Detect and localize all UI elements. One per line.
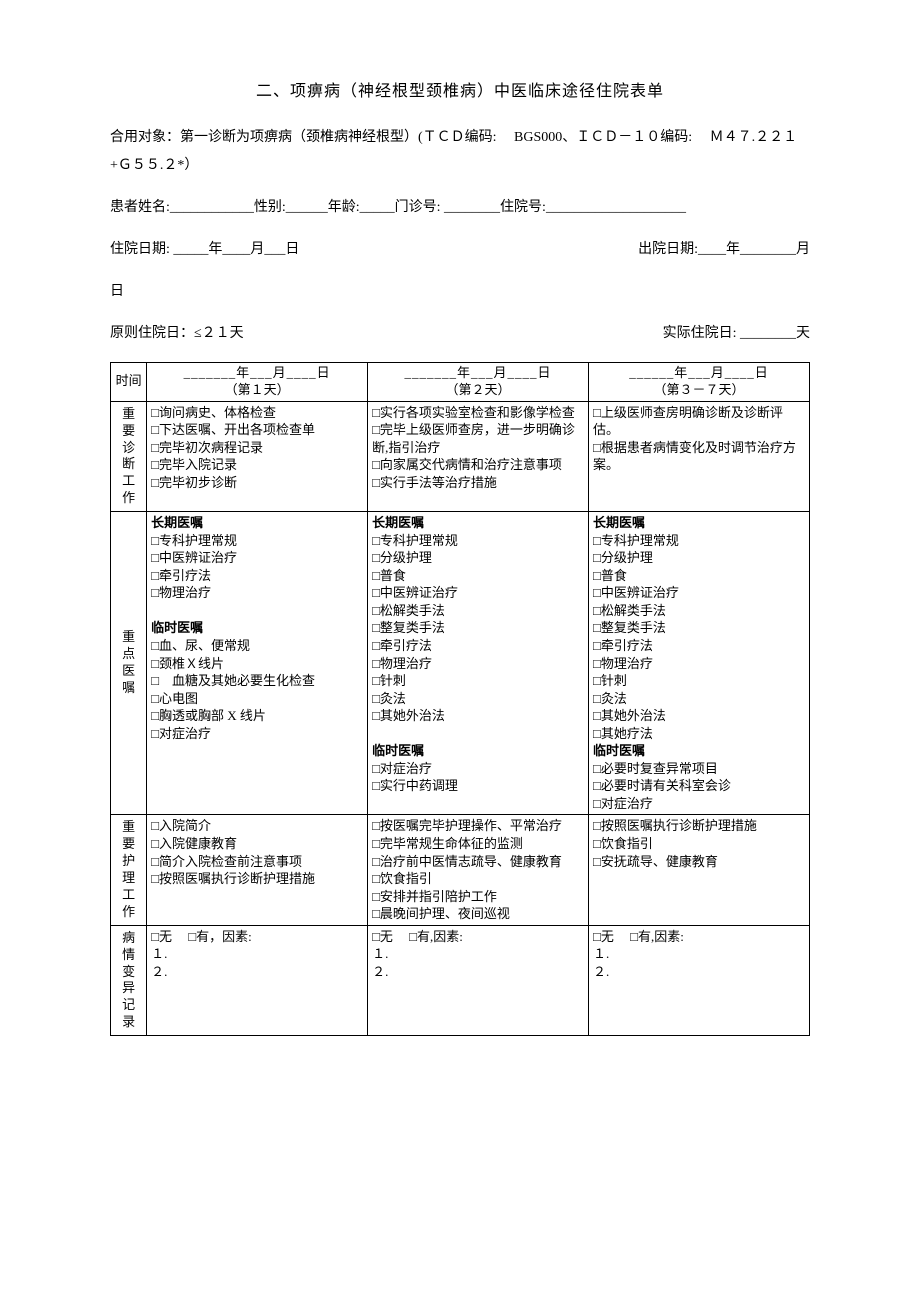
row-label-variance: 病情变异记录: [111, 925, 147, 1035]
header-day1: _______年___月____日 （第１天）: [147, 363, 368, 402]
admission-date: 住院日期: _____年____月___日: [110, 236, 299, 264]
page-title: 二、项痹病（神经根型颈椎病）中医临床途径住院表单: [110, 80, 810, 104]
header-day1-sub: （第１天）: [151, 382, 363, 399]
cell-var-day3: □无 □有,因素:１.２.: [589, 925, 810, 1035]
header-day3-date: ______年___月____日: [593, 365, 805, 382]
cell-orders-day1: 长期医嘱□专科护理常规□中医辨证治疗□牵引疗法□物理治疗 临时医嘱□血、尿、便常…: [147, 512, 368, 815]
form-header: 合用对象：第一诊断为项痹病（颈椎病神经根型）(ＴＣＤ编码: BGS000、ＩＣＤ…: [110, 124, 810, 348]
header-day2-sub: （第２天）: [372, 382, 584, 399]
cell-diag-day1: □询问病史、体格检查□下达医嘱、开出各项检查单□完毕初次病程记录□完毕入院记录□…: [147, 401, 368, 511]
cell-nurse-day2: □按医嘱完毕护理操作、平常治疗□完毕常规生命体征的监测□治疗前中医情志疏导、健康…: [368, 815, 589, 925]
row-variance: 病情变异记录 □无 □有，因素:１.２. □无 □有,因素:１.２. □无 □有…: [111, 925, 810, 1035]
cell-diag-day3: □上级医师查房明确诊断及诊断评估。□根据患者病情变化及时调节治疗方案。: [589, 401, 810, 511]
cell-orders-day2: 长期医嘱□专科护理常规□分级护理□普食□中医辨证治疗□松解类手法□整复类手法□牵…: [368, 512, 589, 815]
table-header-row: 时间 _______年___月____日 （第１天） _______年___月_…: [111, 363, 810, 402]
header-day2: _______年___月____日 （第２天）: [368, 363, 589, 402]
cell-nurse-day3: □按照医嘱执行诊断护理措施□饮食指引□安抚疏导、健康教育: [589, 815, 810, 925]
header-day3: ______年___月____日 （第３－７天）: [589, 363, 810, 402]
discharge-date: 出院日期:____年________月: [638, 236, 810, 264]
header-day2-date: _______年___月____日: [372, 365, 584, 382]
row-orders: 重点医嘱 长期医嘱□专科护理常规□中医辨证治疗□牵引疗法□物理治疗 临时医嘱□血…: [111, 512, 810, 815]
cell-nurse-day1: □入院简介□入院健康教育□简介入院检查前注意事项□按照医嘱执行诊断护理措施: [147, 815, 368, 925]
row-label-orders: 重点医嘱: [111, 512, 147, 815]
patient-info-line: 患者姓名:____________性别:______年龄:_____门诊号: _…: [110, 194, 810, 222]
cell-diag-day2: □实行各项实验室检查和影像学检查□完毕上级医师查房，进一步明确诊断,指引治疗□向…: [368, 401, 589, 511]
standard-stay: 原则住院日：≤２１天: [110, 320, 244, 348]
row-label-diagnosis: 重要诊断工作: [111, 401, 147, 511]
actual-stay: 实际住院日: ________天: [663, 320, 810, 348]
row-nursing: 重要护理工作 □入院简介□入院健康教育□简介入院检查前注意事项□按照医嘱执行诊断…: [111, 815, 810, 925]
cell-var-day2: □无 □有,因素:１.２.: [368, 925, 589, 1035]
applicable-target: 合用对象：第一诊断为项痹病（颈椎病神经根型）(ＴＣＤ编码: BGS000、ＩＣＤ…: [110, 124, 810, 180]
header-time: 时间: [111, 363, 147, 402]
header-day1-date: _______年___月____日: [151, 365, 363, 382]
schedule-table: 时间 _______年___月____日 （第１天） _______年___月_…: [110, 362, 810, 1036]
row-label-nursing: 重要护理工作: [111, 815, 147, 925]
discharge-day-suffix: 日: [110, 278, 810, 306]
row-diagnosis-work: 重要诊断工作 □询问病史、体格检查□下达医嘱、开出各项检查单□完毕初次病程记录□…: [111, 401, 810, 511]
header-day3-sub: （第３－７天）: [593, 382, 805, 399]
cell-var-day1: □无 □有，因素:１.２.: [147, 925, 368, 1035]
cell-orders-day3: 长期医嘱□专科护理常规□分级护理□普食□中医辨证治疗□松解类手法□整复类手法□牵…: [589, 512, 810, 815]
